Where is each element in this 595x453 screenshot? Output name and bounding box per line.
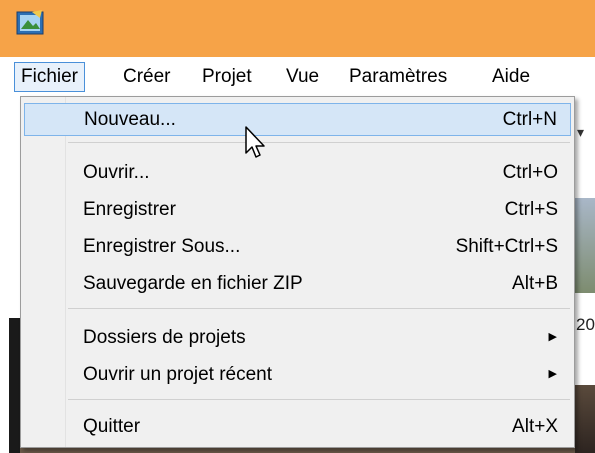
mouse-pointer-icon <box>245 126 265 158</box>
menu-item-shortcut: Ctrl+N <box>502 109 557 130</box>
background-photo <box>575 198 595 293</box>
menu-separator <box>68 142 570 143</box>
background-photo <box>575 385 595 453</box>
title-bar <box>0 0 595 57</box>
menu-item-label: Enregistrer Sous... <box>83 236 241 257</box>
menu-item-label: Quitter <box>83 416 141 437</box>
menu-fichier[interactable]: Fichier <box>14 62 86 92</box>
menu-creer[interactable]: Créer <box>117 62 177 92</box>
app-icon[interactable] <box>16 10 44 36</box>
menu-item-quitter[interactable]: Quitter Alt+X <box>24 410 571 443</box>
background-edge <box>0 318 9 453</box>
menu-item-projet-recent[interactable]: Ouvrir un projet récent ▶ <box>24 358 571 391</box>
menu-item-enregistrer-sous[interactable]: Enregistrer Sous... Shift+Ctrl+S <box>24 230 571 263</box>
submenu-arrow-icon: ▶ <box>548 331 557 343</box>
menu-item-label: Enregistrer <box>83 199 176 220</box>
menu-item-ouvrir[interactable]: Ouvrir... Ctrl+O <box>24 156 571 189</box>
menu-item-label: Ouvrir... <box>83 162 150 183</box>
background-partial-text: 20 <box>576 315 595 334</box>
menu-aide[interactable]: Aide <box>486 62 536 92</box>
menu-separator <box>68 399 570 400</box>
menu-item-label: Dossiers de projets <box>83 327 246 348</box>
menu-item-shortcut: Alt+X <box>512 416 558 437</box>
file-menu-dropdown: Nouveau... Ctrl+N Ouvrir... Ctrl+O Enreg… <box>20 96 575 448</box>
menu-item-label: Sauvegarde en fichier ZIP <box>83 273 303 294</box>
menu-item-shortcut: Alt+B <box>512 273 558 294</box>
submenu-arrow-icon: ▶ <box>548 368 557 380</box>
menu-item-label: Ouvrir un projet récent <box>83 364 273 385</box>
menu-item-shortcut: Shift+Ctrl+S <box>455 236 558 257</box>
menu-bar: Fichier Créer Projet Vue Paramètres Aide <box>0 57 595 97</box>
menu-vue[interactable]: Vue <box>280 62 325 92</box>
menu-item-shortcut: Ctrl+O <box>502 162 558 183</box>
menu-item-enregistrer[interactable]: Enregistrer Ctrl+S <box>24 193 571 226</box>
menu-separator <box>68 308 570 309</box>
menu-item-sauvegarde-zip[interactable]: Sauvegarde en fichier ZIP Alt+B <box>24 267 571 300</box>
menu-item-dossiers-projets[interactable]: Dossiers de projets ▶ <box>24 321 571 354</box>
menu-projet[interactable]: Projet <box>196 62 258 92</box>
menu-parametres[interactable]: Paramètres <box>343 62 453 92</box>
chevron-down-icon[interactable]: ▾ <box>577 124 584 141</box>
menu-item-label: Nouveau... <box>84 109 176 130</box>
menu-item-nouveau[interactable]: Nouveau... Ctrl+N <box>24 103 571 136</box>
menu-item-shortcut: Ctrl+S <box>504 199 558 220</box>
